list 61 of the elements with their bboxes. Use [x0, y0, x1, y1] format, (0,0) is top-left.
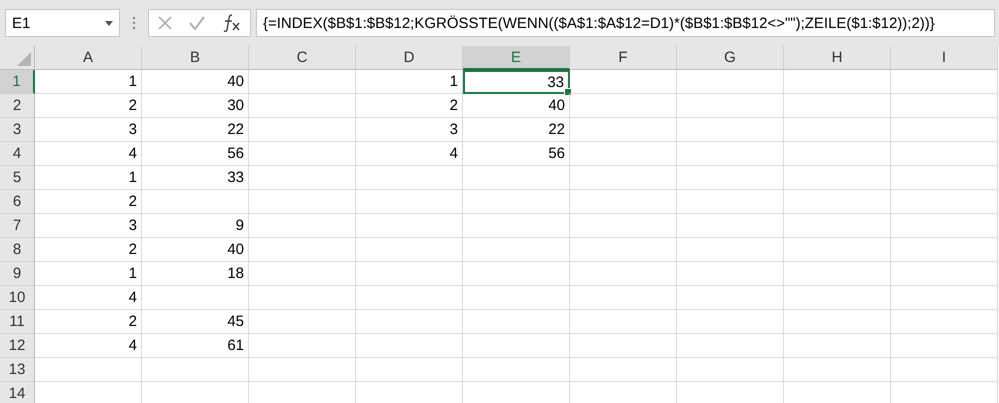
table-cell: 56 [142, 142, 249, 166]
row-header[interactable]: 4 [0, 142, 35, 166]
table-cell: 1 [35, 166, 142, 190]
table-cell: 33 [463, 70, 570, 94]
table-cell: 18 [142, 262, 249, 286]
fill-handle[interactable] [564, 88, 572, 96]
name-box[interactable]: E1 [5, 9, 120, 37]
column-header[interactable]: G [677, 46, 784, 70]
row-header[interactable]: 2 [0, 94, 35, 118]
column-header[interactable]: C [249, 46, 356, 70]
row-header[interactable]: 9 [0, 262, 35, 286]
table-cell: 2 [35, 238, 142, 262]
table-cell: 4 [35, 142, 142, 166]
table-cell: 1 [356, 70, 463, 94]
table-cell: 3 [35, 118, 142, 142]
grip-dots-icon [132, 16, 136, 30]
row-header[interactable]: 11 [0, 310, 35, 334]
table-cell: 56 [463, 142, 570, 166]
table-cell: 3 [35, 214, 142, 238]
checkmark-icon[interactable] [188, 15, 206, 31]
table-cell: 4 [35, 286, 142, 310]
table-cell: 1 [35, 70, 142, 94]
row-header[interactable]: 3 [0, 118, 35, 142]
table-cell: 40 [142, 238, 249, 262]
row-header[interactable]: 13 [0, 358, 35, 382]
table-cell: 3 [356, 118, 463, 142]
column-header[interactable]: B [142, 46, 249, 70]
column-header[interactable]: H [784, 46, 891, 70]
table-cell: 2 [35, 94, 142, 118]
table-cell: 4 [356, 142, 463, 166]
cell-reference: E1 [12, 14, 32, 32]
row-header[interactable]: 1 [0, 70, 35, 94]
table-cell: 4 [35, 334, 142, 358]
table-cell: 2 [35, 190, 142, 214]
column-header[interactable]: F [570, 46, 677, 70]
table-cell: 61 [142, 334, 249, 358]
caret-icon[interactable] [105, 20, 113, 26]
column-header[interactable]: I [891, 46, 998, 70]
row-header[interactable]: 6 [0, 190, 35, 214]
table-cell: 2 [35, 310, 142, 334]
table-cell: 9 [142, 214, 249, 238]
row-header[interactable]: 7 [0, 214, 35, 238]
row-header[interactable]: 8 [0, 238, 35, 262]
column-header[interactable]: D [356, 46, 463, 70]
formula-bar[interactable]: {=INDEX($B$1:$B$12;KGRÖSSTE(WENN(($A$1:$A$12=D1)*($B$1:$B$12<>"");ZEILE($1:$12));2))} [256, 9, 995, 37]
table-cell: 2 [356, 94, 463, 118]
column-header[interactable]: A [35, 46, 142, 70]
row-header[interactable]: 12 [0, 334, 35, 358]
table-cell: 1 [35, 262, 142, 286]
table-cell: 45 [142, 310, 249, 334]
row-header[interactable]: 5 [0, 166, 35, 190]
insert-function-icon[interactable] [222, 14, 242, 32]
table-cell: 40 [142, 70, 249, 94]
row-header[interactable]: 14 [0, 382, 35, 403]
column-header[interactable]: E [463, 46, 570, 70]
table-cell: 40 [463, 94, 570, 118]
table-cell: 22 [463, 118, 570, 142]
table-cell: 30 [142, 94, 249, 118]
table-cell: 33 [142, 166, 249, 190]
table-cell: 22 [142, 118, 249, 142]
row-header[interactable]: 10 [0, 286, 35, 310]
